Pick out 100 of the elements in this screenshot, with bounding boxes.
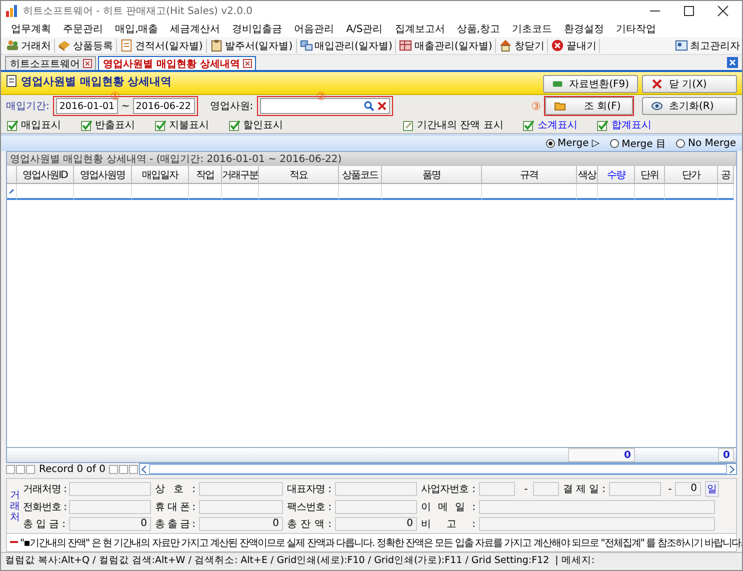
option-checkbox[interactable]: 기간내의 잔액 표시 — [403, 118, 504, 132]
menu-item[interactable]: A/S관리 — [340, 22, 389, 36]
field-label: 이 메 일 : — [421, 501, 476, 514]
shortcut-hints: 컬럼값 복사:Alt+Q / 컬럼값 검색:Alt+W / 검색취소: Alt+E / Grid인쇄(세로):F10 / Grid인쇄(가로):F11 / Grid Setting:F12 — [5, 554, 550, 567]
toolbar-button[interactable]: 끝내기 — [548, 38, 600, 52]
input-field[interactable] — [69, 482, 151, 496]
column-header[interactable]: 단위 — [635, 166, 665, 184]
field-label: 총 잔 액 : — [287, 518, 332, 531]
menu-item[interactable]: 매입,매출 — [109, 22, 164, 36]
table-cell — [189, 184, 222, 200]
column-header[interactable]: 색상 — [577, 166, 598, 184]
panel-title: 거래처 — [10, 490, 20, 522]
quantity-total: 0 — [568, 448, 635, 462]
column-header[interactable]: 단가 — [665, 166, 718, 184]
field-label: 대표자명 : — [287, 483, 332, 496]
header-button[interactable]: 닫 기(X) — [642, 75, 737, 93]
menu-item[interactable]: 업무계획 — [5, 22, 57, 36]
toolbar-button[interactable]: 견적서(일자별) — [117, 38, 207, 52]
table-cell — [635, 184, 665, 200]
field-label: 사업자번호 : — [421, 483, 476, 496]
option-checkbox[interactable]: 반출표시 — [81, 118, 135, 132]
period-label: 매입기간: — [6, 100, 50, 113]
merge-radio[interactable]: Merge ▷ — [546, 138, 600, 149]
separator-dash: - — [667, 484, 673, 494]
input-field[interactable]: 0 — [335, 517, 417, 531]
input-field[interactable] — [479, 482, 515, 496]
maximize-icon[interactable] — [682, 4, 696, 18]
input-field[interactable] — [479, 517, 715, 531]
scroll-thumb[interactable] — [149, 464, 727, 474]
document-tab[interactable]: 영업사원별 매입현황 상세내역 — [98, 56, 256, 70]
input-field[interactable] — [533, 482, 559, 496]
search-button[interactable]: 조 회(F) — [545, 97, 633, 115]
document-tab[interactable]: 히트소프트웨어 — [5, 56, 96, 70]
column-header[interactable]: 적요 — [259, 166, 339, 184]
clear-icon[interactable] — [377, 101, 388, 111]
menu-item[interactable]: 기초코드 — [506, 22, 558, 36]
column-header[interactable]: 수량 — [598, 166, 635, 184]
dash-icon — [10, 541, 18, 544]
reset-button[interactable]: 초기화(R) — [642, 97, 737, 115]
column-header[interactable]: 품명 — [382, 166, 482, 184]
column-header[interactable]: 영업사원ID — [17, 166, 74, 184]
close-icon[interactable] — [716, 4, 730, 18]
user-button[interactable]: 최고관리자 — [675, 38, 740, 52]
record-counter: Record 0 of 0 — [38, 464, 106, 474]
option-checkbox[interactable]: 지불표시 — [155, 118, 209, 132]
input-field[interactable]: 0 — [199, 517, 283, 531]
menu-item[interactable]: 어음관리 — [288, 22, 340, 36]
header-button[interactable]: 자료변환(F9) — [543, 75, 638, 93]
option-checkbox[interactable]: 매입표시 — [7, 118, 61, 132]
window-title: 히트소프트웨어 - 히트 판매재고(Hit Sales) v2.0.0 — [23, 5, 254, 18]
horizontal-scrollbar[interactable] — [139, 463, 737, 475]
date-to-dropdown[interactable]: 2016-06-22 — [132, 98, 195, 114]
toolbar-button[interactable]: 창닫기 — [496, 38, 548, 52]
input-field[interactable] — [609, 482, 661, 496]
menu-item[interactable]: 경비입출금 — [226, 22, 288, 36]
toolbar-button[interactable]: 발주서(일자별) — [206, 38, 297, 52]
input-field[interactable] — [335, 500, 417, 514]
table-cell — [339, 184, 382, 200]
table-cell — [577, 184, 598, 200]
input-field[interactable] — [199, 500, 283, 514]
input-field[interactable] — [335, 482, 417, 496]
merge-radio[interactable]: No Merge — [676, 138, 736, 149]
column-header[interactable]: 규격 — [482, 166, 577, 184]
field-label: 팩스번호 : — [287, 501, 332, 514]
column-header[interactable]: 상품코드 — [339, 166, 382, 184]
search-icon[interactable] — [364, 101, 374, 111]
option-checkbox[interactable]: 합계표시 — [597, 118, 652, 132]
toolbar-button[interactable]: 거래처 — [3, 38, 55, 52]
column-header[interactable]: 작업 — [189, 166, 222, 184]
field-label: 거래처명 : — [23, 483, 68, 496]
unit-button[interactable]: 일 — [705, 481, 719, 497]
option-checkbox[interactable]: 할인표시 — [229, 118, 283, 132]
user-card-icon — [675, 39, 688, 52]
windows-icon — [300, 39, 313, 52]
column-header[interactable]: 매입일자 — [132, 166, 189, 184]
menu-item[interactable]: 집계보고서 — [388, 22, 451, 36]
input-field[interactable]: 0 — [69, 517, 151, 531]
option-checkbox[interactable]: 소계표시 — [523, 118, 578, 132]
folder-icon — [554, 100, 566, 112]
input-field[interactable] — [199, 482, 283, 496]
toolbar-button[interactable]: 매출관리(일자별) — [396, 38, 496, 52]
message-label: | 메세지: — [555, 554, 595, 567]
input-field[interactable] — [479, 500, 715, 514]
table-cell — [222, 184, 259, 200]
close-icon — [651, 78, 663, 90]
menu-item[interactable]: 세금계산서 — [164, 22, 226, 36]
column-header[interactable]: 공 — [718, 166, 734, 184]
house-icon — [499, 39, 512, 52]
merge-radio[interactable]: Merge 目 — [610, 136, 666, 150]
column-header[interactable]: 영업사원명 — [74, 166, 132, 184]
column-header[interactable]: 거래구분 — [222, 166, 259, 184]
menu-item[interactable]: 환경설정 — [558, 22, 610, 36]
grid-caption: 영업사원별 매입현황 상세내역 - (매입기간: 2016-01-01 ~ 2016-06-22) — [7, 152, 736, 166]
input-field[interactable]: 0 — [675, 482, 701, 496]
menu-item[interactable]: 상품,창고 — [450, 22, 506, 36]
toolbar-button[interactable]: 상품등록 — [55, 38, 117, 52]
toolbar-button[interactable]: 매입관리(일자별) — [296, 38, 396, 52]
menu-item[interactable]: 기타작업 — [610, 22, 662, 36]
input-field[interactable] — [69, 500, 151, 514]
menu-item[interactable]: 주문관리 — [57, 22, 109, 36]
